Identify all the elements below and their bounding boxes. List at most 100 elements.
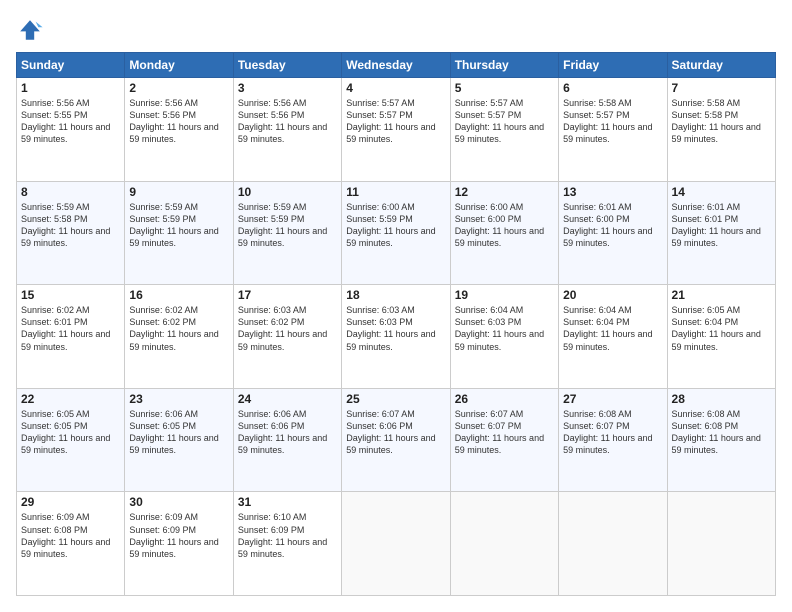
calendar-week-row: 15 Sunrise: 6:02 AMSunset: 6:01 PMDaylig… xyxy=(17,285,776,389)
calendar-cell: 21 Sunrise: 6:05 AMSunset: 6:04 PMDaylig… xyxy=(667,285,775,389)
calendar-header-day: Friday xyxy=(559,53,667,78)
calendar-cell: 25 Sunrise: 6:07 AMSunset: 6:06 PMDaylig… xyxy=(342,388,450,492)
calendar-week-row: 1 Sunrise: 5:56 AMSunset: 5:55 PMDayligh… xyxy=(17,78,776,182)
day-number: 20 xyxy=(563,288,662,302)
cell-info: Sunrise: 6:06 AMSunset: 6:06 PMDaylight:… xyxy=(238,409,327,455)
calendar-cell xyxy=(667,492,775,596)
cell-info: Sunrise: 6:03 AMSunset: 6:03 PMDaylight:… xyxy=(346,305,435,351)
cell-info: Sunrise: 6:02 AMSunset: 6:01 PMDaylight:… xyxy=(21,305,110,351)
day-number: 13 xyxy=(563,185,662,199)
calendar-week-row: 29 Sunrise: 6:09 AMSunset: 6:08 PMDaylig… xyxy=(17,492,776,596)
calendar-cell: 3 Sunrise: 5:56 AMSunset: 5:56 PMDayligh… xyxy=(233,78,341,182)
page: SundayMondayTuesdayWednesdayThursdayFrid… xyxy=(0,0,792,612)
cell-info: Sunrise: 5:56 AMSunset: 5:55 PMDaylight:… xyxy=(21,98,110,144)
cell-info: Sunrise: 6:08 AMSunset: 6:07 PMDaylight:… xyxy=(563,409,652,455)
cell-info: Sunrise: 6:08 AMSunset: 6:08 PMDaylight:… xyxy=(672,409,761,455)
day-number: 18 xyxy=(346,288,445,302)
calendar-header-day: Monday xyxy=(125,53,233,78)
calendar-cell: 18 Sunrise: 6:03 AMSunset: 6:03 PMDaylig… xyxy=(342,285,450,389)
cell-info: Sunrise: 6:07 AMSunset: 6:07 PMDaylight:… xyxy=(455,409,544,455)
cell-info: Sunrise: 5:56 AMSunset: 5:56 PMDaylight:… xyxy=(238,98,327,144)
calendar-header-day: Sunday xyxy=(17,53,125,78)
day-number: 29 xyxy=(21,495,120,509)
calendar-cell: 8 Sunrise: 5:59 AMSunset: 5:58 PMDayligh… xyxy=(17,181,125,285)
calendar-cell xyxy=(559,492,667,596)
day-number: 14 xyxy=(672,185,771,199)
calendar-cell: 31 Sunrise: 6:10 AMSunset: 6:09 PMDaylig… xyxy=(233,492,341,596)
cell-info: Sunrise: 6:01 AMSunset: 6:01 PMDaylight:… xyxy=(672,202,761,248)
day-number: 8 xyxy=(21,185,120,199)
calendar-cell: 30 Sunrise: 6:09 AMSunset: 6:09 PMDaylig… xyxy=(125,492,233,596)
day-number: 9 xyxy=(129,185,228,199)
day-number: 19 xyxy=(455,288,554,302)
day-number: 27 xyxy=(563,392,662,406)
day-number: 3 xyxy=(238,81,337,95)
calendar-header-row: SundayMondayTuesdayWednesdayThursdayFrid… xyxy=(17,53,776,78)
calendar-cell: 27 Sunrise: 6:08 AMSunset: 6:07 PMDaylig… xyxy=(559,388,667,492)
day-number: 10 xyxy=(238,185,337,199)
day-number: 23 xyxy=(129,392,228,406)
logo-icon xyxy=(16,16,44,44)
cell-info: Sunrise: 5:59 AMSunset: 5:59 PMDaylight:… xyxy=(129,202,218,248)
calendar-header-day: Thursday xyxy=(450,53,558,78)
calendar-cell: 5 Sunrise: 5:57 AMSunset: 5:57 PMDayligh… xyxy=(450,78,558,182)
calendar-week-row: 22 Sunrise: 6:05 AMSunset: 6:05 PMDaylig… xyxy=(17,388,776,492)
calendar-cell: 4 Sunrise: 5:57 AMSunset: 5:57 PMDayligh… xyxy=(342,78,450,182)
cell-info: Sunrise: 5:58 AMSunset: 5:58 PMDaylight:… xyxy=(672,98,761,144)
cell-info: Sunrise: 6:01 AMSunset: 6:00 PMDaylight:… xyxy=(563,202,652,248)
cell-info: Sunrise: 6:05 AMSunset: 6:04 PMDaylight:… xyxy=(672,305,761,351)
calendar-cell: 23 Sunrise: 6:06 AMSunset: 6:05 PMDaylig… xyxy=(125,388,233,492)
cell-info: Sunrise: 5:56 AMSunset: 5:56 PMDaylight:… xyxy=(129,98,218,144)
day-number: 15 xyxy=(21,288,120,302)
calendar-cell: 2 Sunrise: 5:56 AMSunset: 5:56 PMDayligh… xyxy=(125,78,233,182)
header xyxy=(16,16,776,44)
calendar-body: 1 Sunrise: 5:56 AMSunset: 5:55 PMDayligh… xyxy=(17,78,776,596)
cell-info: Sunrise: 5:57 AMSunset: 5:57 PMDaylight:… xyxy=(455,98,544,144)
day-number: 24 xyxy=(238,392,337,406)
calendar-cell: 16 Sunrise: 6:02 AMSunset: 6:02 PMDaylig… xyxy=(125,285,233,389)
calendar-cell: 11 Sunrise: 6:00 AMSunset: 5:59 PMDaylig… xyxy=(342,181,450,285)
calendar-cell: 28 Sunrise: 6:08 AMSunset: 6:08 PMDaylig… xyxy=(667,388,775,492)
cell-info: Sunrise: 6:03 AMSunset: 6:02 PMDaylight:… xyxy=(238,305,327,351)
day-number: 25 xyxy=(346,392,445,406)
cell-info: Sunrise: 6:09 AMSunset: 6:08 PMDaylight:… xyxy=(21,512,110,558)
calendar-cell: 9 Sunrise: 5:59 AMSunset: 5:59 PMDayligh… xyxy=(125,181,233,285)
calendar-cell: 15 Sunrise: 6:02 AMSunset: 6:01 PMDaylig… xyxy=(17,285,125,389)
day-number: 4 xyxy=(346,81,445,95)
calendar-cell: 22 Sunrise: 6:05 AMSunset: 6:05 PMDaylig… xyxy=(17,388,125,492)
cell-info: Sunrise: 5:58 AMSunset: 5:57 PMDaylight:… xyxy=(563,98,652,144)
cell-info: Sunrise: 5:59 AMSunset: 5:59 PMDaylight:… xyxy=(238,202,327,248)
cell-info: Sunrise: 6:05 AMSunset: 6:05 PMDaylight:… xyxy=(21,409,110,455)
calendar-cell: 26 Sunrise: 6:07 AMSunset: 6:07 PMDaylig… xyxy=(450,388,558,492)
cell-info: Sunrise: 6:10 AMSunset: 6:09 PMDaylight:… xyxy=(238,512,327,558)
calendar-header-day: Tuesday xyxy=(233,53,341,78)
cell-info: Sunrise: 6:00 AMSunset: 5:59 PMDaylight:… xyxy=(346,202,435,248)
cell-info: Sunrise: 6:09 AMSunset: 6:09 PMDaylight:… xyxy=(129,512,218,558)
cell-info: Sunrise: 6:06 AMSunset: 6:05 PMDaylight:… xyxy=(129,409,218,455)
day-number: 12 xyxy=(455,185,554,199)
day-number: 5 xyxy=(455,81,554,95)
calendar-cell: 24 Sunrise: 6:06 AMSunset: 6:06 PMDaylig… xyxy=(233,388,341,492)
calendar-cell: 19 Sunrise: 6:04 AMSunset: 6:03 PMDaylig… xyxy=(450,285,558,389)
day-number: 30 xyxy=(129,495,228,509)
calendar-cell: 6 Sunrise: 5:58 AMSunset: 5:57 PMDayligh… xyxy=(559,78,667,182)
cell-info: Sunrise: 5:57 AMSunset: 5:57 PMDaylight:… xyxy=(346,98,435,144)
cell-info: Sunrise: 6:04 AMSunset: 6:03 PMDaylight:… xyxy=(455,305,544,351)
calendar-header-day: Saturday xyxy=(667,53,775,78)
calendar-cell: 29 Sunrise: 6:09 AMSunset: 6:08 PMDaylig… xyxy=(17,492,125,596)
cell-info: Sunrise: 6:00 AMSunset: 6:00 PMDaylight:… xyxy=(455,202,544,248)
day-number: 28 xyxy=(672,392,771,406)
calendar-cell: 12 Sunrise: 6:00 AMSunset: 6:00 PMDaylig… xyxy=(450,181,558,285)
cell-info: Sunrise: 6:04 AMSunset: 6:04 PMDaylight:… xyxy=(563,305,652,351)
calendar-cell: 14 Sunrise: 6:01 AMSunset: 6:01 PMDaylig… xyxy=(667,181,775,285)
day-number: 6 xyxy=(563,81,662,95)
day-number: 16 xyxy=(129,288,228,302)
day-number: 26 xyxy=(455,392,554,406)
calendar-cell: 1 Sunrise: 5:56 AMSunset: 5:55 PMDayligh… xyxy=(17,78,125,182)
calendar-header-day: Wednesday xyxy=(342,53,450,78)
calendar-cell: 7 Sunrise: 5:58 AMSunset: 5:58 PMDayligh… xyxy=(667,78,775,182)
calendar-week-row: 8 Sunrise: 5:59 AMSunset: 5:58 PMDayligh… xyxy=(17,181,776,285)
day-number: 31 xyxy=(238,495,337,509)
calendar-table: SundayMondayTuesdayWednesdayThursdayFrid… xyxy=(16,52,776,596)
calendar-cell: 20 Sunrise: 6:04 AMSunset: 6:04 PMDaylig… xyxy=(559,285,667,389)
